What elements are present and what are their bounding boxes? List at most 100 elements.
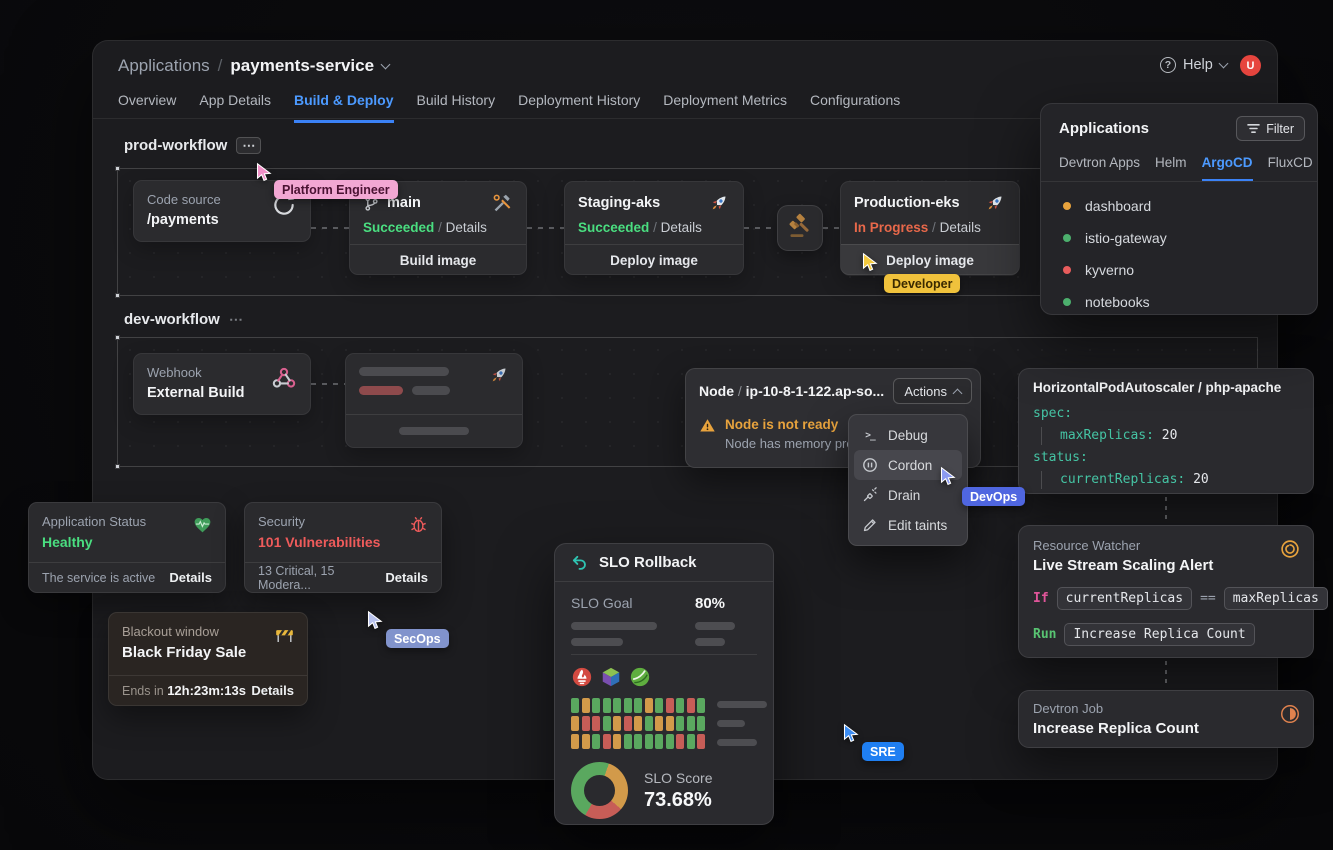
tab-devtron-apps[interactable]: Devtron Apps bbox=[1059, 155, 1140, 181]
skeleton-bar bbox=[399, 427, 469, 435]
details-link[interactable]: Details bbox=[661, 220, 702, 235]
chevron-up-icon bbox=[953, 388, 963, 398]
more-options-button[interactable]: ⋯ bbox=[229, 311, 244, 328]
help-menu[interactable]: ? Help bbox=[1160, 57, 1227, 73]
gavel-icon bbox=[787, 213, 813, 244]
rocket-icon bbox=[708, 192, 730, 214]
status-card-footer: The service is active bbox=[42, 571, 155, 585]
app-name: dashboard bbox=[1085, 198, 1151, 214]
hpa-title: HorizontalPodAutoscaler / php-apache bbox=[1033, 380, 1299, 395]
stage-status: Succeeded bbox=[363, 220, 434, 235]
branch-name: main bbox=[387, 195, 484, 211]
prometheus-icon bbox=[571, 666, 593, 688]
build-image-button[interactable]: Build image bbox=[350, 244, 526, 276]
warning-icon bbox=[699, 417, 716, 434]
skeleton-bar-error bbox=[359, 386, 403, 395]
app-name: kyverno bbox=[1085, 262, 1134, 278]
applications-list: dashboard istio-gateway kyverno notebook… bbox=[1041, 182, 1317, 318]
selection-handle[interactable] bbox=[115, 293, 120, 298]
connector bbox=[527, 227, 564, 229]
list-item[interactable]: istio-gateway bbox=[1041, 222, 1317, 254]
filter-button[interactable]: Filter bbox=[1236, 116, 1305, 141]
menu-item-edit-taints[interactable]: Edit taints bbox=[854, 510, 962, 540]
chevron-down-icon bbox=[1218, 58, 1228, 68]
badge-platform-engineer: Platform Engineer bbox=[274, 180, 398, 199]
green-monitor-icon bbox=[629, 666, 651, 688]
menu-item-debug[interactable]: >_ Debug bbox=[854, 420, 962, 450]
stage-name: Staging-aks bbox=[578, 195, 701, 211]
chevron-down-icon[interactable] bbox=[381, 59, 391, 69]
condition-left-chip: currentReplicas bbox=[1057, 587, 1192, 610]
resource-watcher-panel: Resource Watcher Live Stream Scaling Ale… bbox=[1018, 525, 1314, 658]
deploy-image-button[interactable]: Deploy image bbox=[565, 244, 743, 276]
metric-source-icons bbox=[555, 655, 773, 688]
slo-score-donut bbox=[571, 762, 628, 819]
pause-circle-icon bbox=[862, 457, 878, 473]
bug-icon bbox=[408, 514, 429, 535]
watcher-action: Run Increase Replica Count bbox=[1033, 623, 1299, 646]
status-dot bbox=[1063, 202, 1071, 210]
drain-icon bbox=[862, 487, 878, 503]
node-title: Node / ip-10-8-1-122.ap-so... bbox=[699, 383, 884, 399]
selection-handle[interactable] bbox=[115, 166, 120, 171]
run-action-chip: Increase Replica Count bbox=[1064, 623, 1254, 646]
breadcrumb-section[interactable]: Applications bbox=[118, 56, 210, 76]
more-options-button[interactable]: ⋯ bbox=[236, 137, 261, 154]
help-label: Help bbox=[1183, 57, 1213, 73]
slo-panel-title: SLO Rollback bbox=[599, 554, 697, 571]
if-keyword: If bbox=[1033, 591, 1049, 606]
slo-skeleton-rows bbox=[555, 612, 773, 646]
badge-developer: Developer bbox=[884, 274, 960, 293]
breadcrumb: Applications / payments-service bbox=[118, 56, 389, 76]
stage-name: Production-eks bbox=[854, 195, 977, 211]
cursor-developer bbox=[860, 252, 881, 278]
details-link[interactable]: Details bbox=[446, 220, 487, 235]
code-source-path: /payments bbox=[147, 212, 221, 228]
hpa-panel: HorizontalPodAutoscaler / php-apache spe… bbox=[1018, 368, 1314, 494]
applications-panel: Applications Filter Devtron Apps Helm Ar… bbox=[1040, 103, 1318, 315]
details-link[interactable]: Details bbox=[385, 570, 428, 585]
selection-handle[interactable] bbox=[115, 335, 120, 340]
slo-score-value: 73.68% bbox=[644, 789, 712, 812]
tab-fluxcd[interactable]: FluxCD bbox=[1268, 155, 1313, 181]
blackout-window-card: Blackout window Black Friday Sale Ends i… bbox=[108, 612, 308, 706]
security-card: Security 101 Vulnerabilities 13 Critical… bbox=[244, 502, 442, 593]
details-link[interactable]: Details bbox=[169, 570, 212, 585]
skeleton-bar bbox=[359, 367, 449, 376]
details-link[interactable]: Details bbox=[940, 220, 981, 235]
webhook-card[interactable]: Webhook External Build bbox=[133, 353, 311, 415]
stage-status: In Progress bbox=[854, 220, 928, 235]
list-item[interactable]: notebooks bbox=[1041, 286, 1317, 318]
approval-gate[interactable] bbox=[777, 205, 823, 251]
selection-handle[interactable] bbox=[115, 464, 120, 469]
dev-workflow-title: dev-workflow bbox=[124, 311, 220, 328]
status-dot bbox=[1063, 234, 1071, 242]
actions-button[interactable]: Actions bbox=[893, 378, 972, 404]
pencil-icon bbox=[862, 517, 878, 533]
connector bbox=[311, 383, 345, 385]
status-dot bbox=[1063, 298, 1071, 306]
security-card-value: 101 Vulnerabilities bbox=[258, 534, 428, 550]
dev-workflow-header: dev-workflow ⋯ bbox=[124, 311, 244, 328]
list-item[interactable]: kyverno bbox=[1041, 254, 1317, 286]
tab-argocd[interactable]: ArgoCD bbox=[1202, 155, 1253, 181]
status-card-value: Healthy bbox=[42, 534, 212, 550]
connector bbox=[744, 227, 777, 229]
skeleton-bar bbox=[412, 386, 450, 395]
list-item[interactable]: dashboard bbox=[1041, 190, 1317, 222]
skeleton-stage-card[interactable] bbox=[345, 353, 523, 448]
blackout-name: Black Friday Sale bbox=[122, 644, 294, 661]
user-avatar[interactable]: U bbox=[1240, 55, 1261, 76]
badge-devops: DevOps bbox=[962, 487, 1025, 506]
tab-helm[interactable]: Helm bbox=[1155, 155, 1187, 181]
job-name: Increase Replica Count bbox=[1033, 720, 1299, 737]
details-link[interactable]: Details bbox=[251, 683, 294, 698]
devtron-job-panel: Devtron Job Increase Replica Count bbox=[1018, 690, 1314, 748]
security-card-footer: 13 Critical, 15 Modera... bbox=[258, 564, 385, 592]
cursor-platform-engineer bbox=[254, 162, 275, 188]
terminal-icon: >_ bbox=[862, 427, 878, 443]
cube-icon bbox=[600, 666, 622, 688]
donut-hole bbox=[584, 775, 615, 806]
staging-stage-card[interactable]: Staging-aks Succeeded / Details Deploy i… bbox=[564, 181, 744, 275]
condition-right-chip: maxReplicas bbox=[1224, 587, 1328, 610]
